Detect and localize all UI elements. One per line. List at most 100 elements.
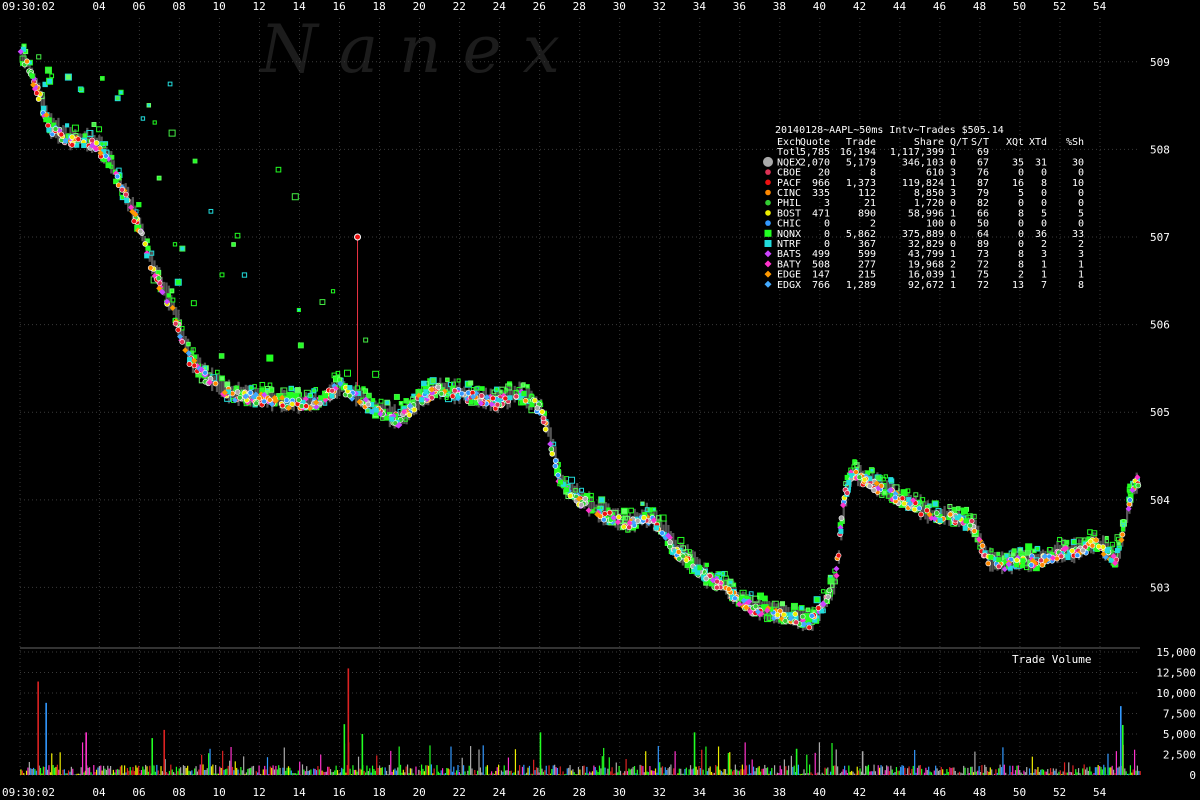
quote-marker	[598, 496, 606, 504]
quote-marker	[259, 381, 266, 388]
volume-bar	[887, 766, 889, 775]
volume-bar	[294, 773, 297, 775]
volume-bar	[460, 773, 462, 775]
volume-bar	[196, 771, 199, 775]
volume-bar	[830, 771, 832, 775]
volume-bar	[500, 770, 503, 775]
legend-marker	[764, 229, 772, 237]
quote-marker	[259, 387, 265, 394]
volume-bar	[873, 764, 875, 775]
volume-bar	[255, 771, 257, 775]
volume-bar	[705, 746, 707, 775]
quote-marker	[145, 245, 151, 251]
volume-bar	[547, 774, 549, 775]
trade-marker	[490, 395, 496, 402]
volume-bar	[58, 769, 60, 775]
legend-marker	[764, 250, 772, 258]
volume-bar	[750, 773, 752, 775]
volume-bar	[376, 755, 378, 775]
trade-marker	[175, 327, 182, 333]
quote-marker	[883, 474, 888, 479]
volume-bar	[327, 766, 329, 775]
price-tick-label: 509	[1150, 56, 1170, 69]
volume-bar	[1016, 765, 1018, 775]
volume-bar	[23, 773, 25, 775]
volume-bar	[363, 770, 365, 775]
volume-bar	[977, 770, 979, 775]
volume-bar	[894, 771, 896, 775]
volume-bar	[650, 770, 652, 775]
volume-bar	[764, 764, 766, 775]
volume-bar	[479, 767, 482, 775]
quote-marker	[219, 375, 225, 382]
volume-bar	[874, 771, 877, 775]
volume-bar	[1038, 771, 1040, 775]
volume-bar	[762, 768, 764, 775]
volume-bar	[471, 768, 473, 775]
volume-bar	[713, 772, 715, 775]
trade-marker	[825, 594, 831, 600]
volume-bar	[570, 770, 573, 775]
volume-bar	[628, 768, 630, 775]
volume-bar	[701, 749, 703, 775]
quote-marker	[900, 489, 908, 497]
trade-marker	[654, 525, 660, 531]
volume-bar	[299, 761, 301, 775]
volume-bar	[59, 752, 61, 775]
volume-bar	[747, 773, 749, 775]
volume-bar	[568, 767, 570, 775]
volume-bar	[133, 771, 136, 775]
volume-bar	[572, 769, 574, 775]
volume-bar	[166, 771, 168, 775]
volume-bar	[844, 765, 846, 775]
volume-bar	[415, 766, 417, 775]
price-tick-label: 505	[1150, 406, 1170, 419]
quote-marker	[44, 66, 52, 74]
quote-marker	[46, 77, 54, 85]
trade-marker	[555, 472, 561, 478]
volume-bar	[1090, 771, 1092, 775]
trade-marker	[24, 58, 30, 65]
volume-bar	[549, 773, 552, 775]
volume-bar	[297, 770, 299, 775]
trade-marker	[641, 514, 647, 521]
volume-bar	[83, 772, 85, 775]
volume-bar	[399, 764, 402, 775]
volume-bar	[734, 764, 736, 775]
time-tick-label-top: 44	[893, 0, 907, 13]
volume-bar	[191, 770, 193, 775]
volume-bar	[378, 765, 381, 775]
quote-marker	[231, 242, 236, 247]
volume-bar	[30, 768, 32, 775]
volume-bar	[161, 771, 164, 775]
trade-marker	[123, 191, 129, 198]
volume-bar	[817, 772, 819, 775]
volume-bar	[908, 766, 910, 775]
volume-bar	[957, 772, 959, 775]
trade-marker	[714, 584, 720, 591]
volume-bar	[610, 771, 612, 775]
volume-bar	[506, 770, 508, 775]
trade-marker	[478, 393, 485, 399]
quote-marker	[989, 548, 994, 553]
volume-bar	[949, 767, 951, 775]
quote-marker	[525, 384, 530, 389]
trade-marker	[105, 162, 111, 168]
volume-bar	[639, 764, 641, 775]
volume-bar	[622, 772, 624, 775]
volume-bar	[187, 765, 189, 775]
volume-bar	[601, 756, 603, 775]
nanex-trade-chart: N a n e x 509508507506505504503 15,00012…	[2, 0, 1196, 799]
volume-bar	[198, 769, 200, 775]
volume-bar	[28, 761, 30, 775]
volume-bar	[454, 772, 456, 775]
volume-bar	[552, 765, 554, 775]
volume-bar	[230, 746, 232, 775]
time-tick-label-top: 30	[613, 0, 626, 13]
volume-bar	[384, 767, 386, 775]
volume-bar	[212, 764, 214, 775]
trade-marker	[703, 575, 710, 582]
volume-bar	[942, 769, 944, 775]
trade-marker	[1135, 482, 1142, 489]
trade-marker	[844, 490, 850, 496]
